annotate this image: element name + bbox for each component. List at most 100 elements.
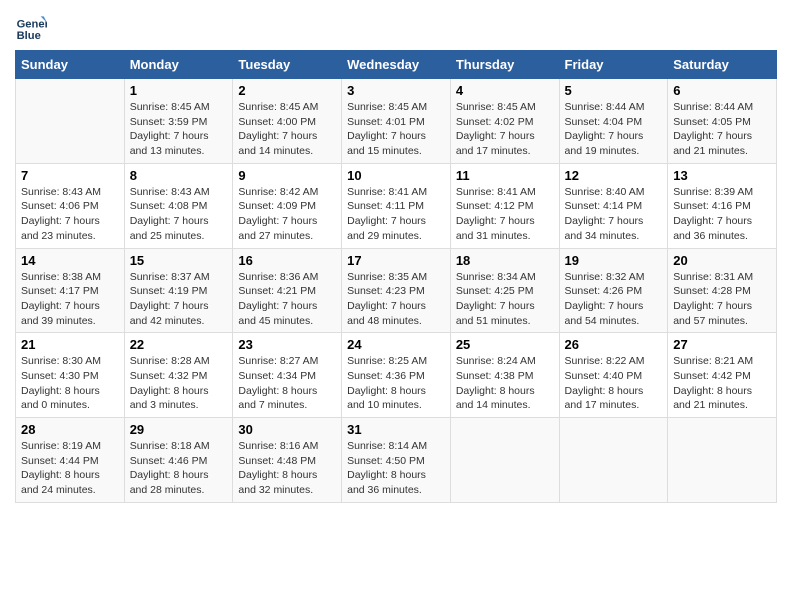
day-detail: Sunrise: 8:41 AMSunset: 4:11 PMDaylight:… bbox=[347, 186, 427, 242]
day-number: 17 bbox=[347, 253, 445, 268]
day-detail: Sunrise: 8:35 AMSunset: 4:23 PMDaylight:… bbox=[347, 271, 427, 327]
day-detail: Sunrise: 8:36 AMSunset: 4:21 PMDaylight:… bbox=[238, 271, 318, 327]
day-detail: Sunrise: 8:41 AMSunset: 4:12 PMDaylight:… bbox=[456, 186, 536, 242]
calendar-cell: 29 Sunrise: 8:18 AMSunset: 4:46 PMDaylig… bbox=[124, 418, 233, 503]
day-number: 12 bbox=[565, 168, 663, 183]
day-number: 20 bbox=[673, 253, 771, 268]
day-number: 31 bbox=[347, 422, 445, 437]
day-detail: Sunrise: 8:45 AMSunset: 4:00 PMDaylight:… bbox=[238, 101, 318, 157]
calendar-cell: 7 Sunrise: 8:43 AMSunset: 4:06 PMDayligh… bbox=[16, 163, 125, 248]
day-number: 13 bbox=[673, 168, 771, 183]
day-number: 30 bbox=[238, 422, 336, 437]
calendar-cell: 9 Sunrise: 8:42 AMSunset: 4:09 PMDayligh… bbox=[233, 163, 342, 248]
calendar-cell: 26 Sunrise: 8:22 AMSunset: 4:40 PMDaylig… bbox=[559, 333, 668, 418]
calendar-cell: 28 Sunrise: 8:19 AMSunset: 4:44 PMDaylig… bbox=[16, 418, 125, 503]
svg-text:Blue: Blue bbox=[17, 30, 41, 42]
calendar-cell: 14 Sunrise: 8:38 AMSunset: 4:17 PMDaylig… bbox=[16, 248, 125, 333]
day-number: 19 bbox=[565, 253, 663, 268]
calendar-cell: 17 Sunrise: 8:35 AMSunset: 4:23 PMDaylig… bbox=[342, 248, 451, 333]
day-number: 4 bbox=[456, 83, 554, 98]
day-detail: Sunrise: 8:45 AMSunset: 3:59 PMDaylight:… bbox=[130, 101, 210, 157]
calendar-week-row: 21 Sunrise: 8:30 AMSunset: 4:30 PMDaylig… bbox=[16, 333, 777, 418]
calendar-week-row: 7 Sunrise: 8:43 AMSunset: 4:06 PMDayligh… bbox=[16, 163, 777, 248]
day-detail: Sunrise: 8:44 AMSunset: 4:05 PMDaylight:… bbox=[673, 101, 753, 157]
day-number: 3 bbox=[347, 83, 445, 98]
calendar-cell bbox=[668, 418, 777, 503]
day-number: 28 bbox=[21, 422, 119, 437]
calendar-cell: 11 Sunrise: 8:41 AMSunset: 4:12 PMDaylig… bbox=[450, 163, 559, 248]
logo: General Blue bbox=[15, 10, 51, 42]
day-detail: Sunrise: 8:32 AMSunset: 4:26 PMDaylight:… bbox=[565, 271, 645, 327]
calendar-cell: 3 Sunrise: 8:45 AMSunset: 4:01 PMDayligh… bbox=[342, 79, 451, 164]
calendar-cell: 12 Sunrise: 8:40 AMSunset: 4:14 PMDaylig… bbox=[559, 163, 668, 248]
calendar-cell: 21 Sunrise: 8:30 AMSunset: 4:30 PMDaylig… bbox=[16, 333, 125, 418]
calendar-cell bbox=[450, 418, 559, 503]
calendar-cell: 24 Sunrise: 8:25 AMSunset: 4:36 PMDaylig… bbox=[342, 333, 451, 418]
day-detail: Sunrise: 8:31 AMSunset: 4:28 PMDaylight:… bbox=[673, 271, 753, 327]
calendar-cell: 15 Sunrise: 8:37 AMSunset: 4:19 PMDaylig… bbox=[124, 248, 233, 333]
day-detail: Sunrise: 8:28 AMSunset: 4:32 PMDaylight:… bbox=[130, 355, 210, 411]
calendar-cell: 4 Sunrise: 8:45 AMSunset: 4:02 PMDayligh… bbox=[450, 79, 559, 164]
calendar-cell: 18 Sunrise: 8:34 AMSunset: 4:25 PMDaylig… bbox=[450, 248, 559, 333]
day-number: 1 bbox=[130, 83, 228, 98]
calendar-cell: 27 Sunrise: 8:21 AMSunset: 4:42 PMDaylig… bbox=[668, 333, 777, 418]
day-detail: Sunrise: 8:38 AMSunset: 4:17 PMDaylight:… bbox=[21, 271, 101, 327]
day-detail: Sunrise: 8:22 AMSunset: 4:40 PMDaylight:… bbox=[565, 355, 645, 411]
day-number: 6 bbox=[673, 83, 771, 98]
calendar-week-row: 1 Sunrise: 8:45 AMSunset: 3:59 PMDayligh… bbox=[16, 79, 777, 164]
day-detail: Sunrise: 8:14 AMSunset: 4:50 PMDaylight:… bbox=[347, 440, 427, 496]
day-number: 27 bbox=[673, 337, 771, 352]
day-number: 26 bbox=[565, 337, 663, 352]
calendar-cell: 5 Sunrise: 8:44 AMSunset: 4:04 PMDayligh… bbox=[559, 79, 668, 164]
day-number: 23 bbox=[238, 337, 336, 352]
weekday-header-wednesday: Wednesday bbox=[342, 51, 451, 79]
weekday-header-thursday: Thursday bbox=[450, 51, 559, 79]
day-detail: Sunrise: 8:21 AMSunset: 4:42 PMDaylight:… bbox=[673, 355, 753, 411]
calendar-cell: 6 Sunrise: 8:44 AMSunset: 4:05 PMDayligh… bbox=[668, 79, 777, 164]
day-number: 15 bbox=[130, 253, 228, 268]
day-number: 16 bbox=[238, 253, 336, 268]
calendar-cell: 31 Sunrise: 8:14 AMSunset: 4:50 PMDaylig… bbox=[342, 418, 451, 503]
day-number: 21 bbox=[21, 337, 119, 352]
day-number: 5 bbox=[565, 83, 663, 98]
calendar-cell: 20 Sunrise: 8:31 AMSunset: 4:28 PMDaylig… bbox=[668, 248, 777, 333]
day-detail: Sunrise: 8:39 AMSunset: 4:16 PMDaylight:… bbox=[673, 186, 753, 242]
weekday-header-friday: Friday bbox=[559, 51, 668, 79]
logo-icon: General Blue bbox=[15, 10, 47, 42]
weekday-header-monday: Monday bbox=[124, 51, 233, 79]
day-detail: Sunrise: 8:44 AMSunset: 4:04 PMDaylight:… bbox=[565, 101, 645, 157]
calendar-cell: 8 Sunrise: 8:43 AMSunset: 4:08 PMDayligh… bbox=[124, 163, 233, 248]
calendar-cell: 2 Sunrise: 8:45 AMSunset: 4:00 PMDayligh… bbox=[233, 79, 342, 164]
day-number: 29 bbox=[130, 422, 228, 437]
day-number: 11 bbox=[456, 168, 554, 183]
day-detail: Sunrise: 8:42 AMSunset: 4:09 PMDaylight:… bbox=[238, 186, 318, 242]
calendar-cell: 16 Sunrise: 8:36 AMSunset: 4:21 PMDaylig… bbox=[233, 248, 342, 333]
day-number: 18 bbox=[456, 253, 554, 268]
day-detail: Sunrise: 8:25 AMSunset: 4:36 PMDaylight:… bbox=[347, 355, 427, 411]
day-detail: Sunrise: 8:45 AMSunset: 4:01 PMDaylight:… bbox=[347, 101, 427, 157]
day-detail: Sunrise: 8:40 AMSunset: 4:14 PMDaylight:… bbox=[565, 186, 645, 242]
day-detail: Sunrise: 8:18 AMSunset: 4:46 PMDaylight:… bbox=[130, 440, 210, 496]
calendar-week-row: 28 Sunrise: 8:19 AMSunset: 4:44 PMDaylig… bbox=[16, 418, 777, 503]
day-detail: Sunrise: 8:43 AMSunset: 4:06 PMDaylight:… bbox=[21, 186, 101, 242]
day-detail: Sunrise: 8:19 AMSunset: 4:44 PMDaylight:… bbox=[21, 440, 101, 496]
calendar-cell: 1 Sunrise: 8:45 AMSunset: 3:59 PMDayligh… bbox=[124, 79, 233, 164]
calendar-cell: 30 Sunrise: 8:16 AMSunset: 4:48 PMDaylig… bbox=[233, 418, 342, 503]
day-number: 7 bbox=[21, 168, 119, 183]
calendar-cell: 23 Sunrise: 8:27 AMSunset: 4:34 PMDaylig… bbox=[233, 333, 342, 418]
calendar-week-row: 14 Sunrise: 8:38 AMSunset: 4:17 PMDaylig… bbox=[16, 248, 777, 333]
day-number: 22 bbox=[130, 337, 228, 352]
calendar-cell: 25 Sunrise: 8:24 AMSunset: 4:38 PMDaylig… bbox=[450, 333, 559, 418]
day-number: 8 bbox=[130, 168, 228, 183]
day-detail: Sunrise: 8:24 AMSunset: 4:38 PMDaylight:… bbox=[456, 355, 536, 411]
day-number: 25 bbox=[456, 337, 554, 352]
day-number: 24 bbox=[347, 337, 445, 352]
svg-text:General: General bbox=[17, 19, 47, 31]
calendar-header: SundayMondayTuesdayWednesdayThursdayFrid… bbox=[16, 51, 777, 79]
calendar-cell: 13 Sunrise: 8:39 AMSunset: 4:16 PMDaylig… bbox=[668, 163, 777, 248]
calendar-cell: 22 Sunrise: 8:28 AMSunset: 4:32 PMDaylig… bbox=[124, 333, 233, 418]
day-detail: Sunrise: 8:30 AMSunset: 4:30 PMDaylight:… bbox=[21, 355, 101, 411]
calendar-table: SundayMondayTuesdayWednesdayThursdayFrid… bbox=[15, 50, 777, 503]
calendar-cell bbox=[559, 418, 668, 503]
day-number: 14 bbox=[21, 253, 119, 268]
